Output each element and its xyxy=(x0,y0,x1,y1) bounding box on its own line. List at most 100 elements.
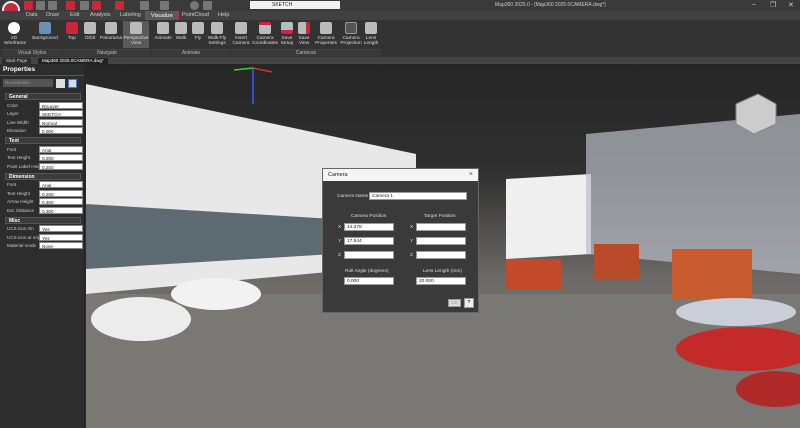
selection-combo[interactable]: No selection xyxy=(3,79,53,87)
camera-xyz-icon xyxy=(259,22,271,34)
ruler-icon[interactable] xyxy=(140,1,149,10)
target-y-label: Y xyxy=(410,239,414,244)
animate-button[interactable]: Animate xyxy=(152,22,174,41)
camera-projection-button[interactable]: Camera Projection xyxy=(339,22,363,46)
property-value[interactable]: Arial xyxy=(39,145,83,153)
roll-angle-label: Roll Angle (degrees) xyxy=(345,269,389,274)
button-label: Walk xyxy=(175,36,187,41)
group-animate: Animate xyxy=(152,49,230,56)
property-value[interactable]: 0.000 xyxy=(39,127,83,135)
camera-name-input[interactable]: Camera 1 xyxy=(369,192,467,200)
camera-z-input[interactable] xyxy=(344,251,394,259)
pan-icon[interactable] xyxy=(80,1,89,10)
target-x-label: X xyxy=(410,225,414,230)
tab-analysis[interactable]: Analysis xyxy=(90,12,110,18)
property-label: Arrow Height xyxy=(7,199,34,205)
tab-labeling[interactable]: Labeling xyxy=(120,12,141,18)
camera-z-label: Z xyxy=(338,253,341,258)
tab-draw[interactable]: Draw xyxy=(46,12,59,18)
restore-button[interactable]: ❐ xyxy=(770,1,776,9)
target-z-input[interactable] xyxy=(416,251,466,259)
camera-coordinates-button[interactable]: Camera Coordinates xyxy=(252,22,278,46)
target-y-input[interactable] xyxy=(416,237,466,245)
tab-pointcloud[interactable]: PointCloud xyxy=(182,12,209,18)
building-right xyxy=(506,174,591,259)
property-row: Material mode None xyxy=(0,242,84,251)
zoom-icon[interactable] xyxy=(92,1,101,10)
property-label: Layer xyxy=(7,111,19,117)
property-value[interactable]: ByLayer xyxy=(39,101,83,109)
camera-x-input[interactable]: 14.378 xyxy=(344,223,394,231)
group-visual-styles: Visual Styles xyxy=(2,49,62,56)
property-value[interactable]: Yes xyxy=(39,225,83,233)
property-value[interactable]: Arial xyxy=(39,181,83,189)
button-label: Camera Projection xyxy=(340,36,362,46)
property-label: Material mode xyxy=(7,243,37,249)
property-value[interactable]: 0.250 xyxy=(39,189,83,197)
tab-help[interactable]: Help xyxy=(218,12,229,18)
ok-button[interactable]: OK xyxy=(448,299,461,307)
button-label: Background xyxy=(32,36,58,41)
property-value[interactable]: 0.300 xyxy=(39,206,83,214)
property-value[interactable]: 0.250 xyxy=(39,154,83,162)
camera-properties-button[interactable]: Camera Properties xyxy=(314,22,338,46)
lens-length-button[interactable]: Lens Length xyxy=(362,22,380,46)
ribbon: 2D Wireframe Background Top Orbit Panora… xyxy=(0,20,800,57)
panorama-button[interactable]: Panorama xyxy=(100,22,122,41)
filter-icon[interactable] xyxy=(68,79,77,88)
save-icon[interactable] xyxy=(24,1,33,10)
snap-icon[interactable] xyxy=(66,1,75,10)
property-value[interactable]: None xyxy=(39,242,83,250)
redo-icon[interactable] xyxy=(48,1,57,10)
tab-data[interactable]: Data xyxy=(26,12,38,18)
undo-icon[interactable] xyxy=(36,1,45,10)
walk-fly-settings-button[interactable]: Walk-Fly Settings xyxy=(206,22,228,46)
walk-button[interactable]: Walk xyxy=(174,22,188,41)
layers-icon[interactable] xyxy=(203,1,212,10)
minimize-button[interactable]: – xyxy=(752,1,756,8)
insert-camera-button[interactable]: Insert Camera xyxy=(231,22,251,46)
property-value[interactable]: Normal xyxy=(39,118,83,126)
tab-edit[interactable]: Edit xyxy=(70,12,79,18)
button-label: Fly xyxy=(194,36,202,41)
property-value[interactable]: 0.250 xyxy=(39,162,83,170)
dialog-close-icon[interactable]: × xyxy=(469,169,473,181)
roll-angle-input[interactable]: 0.000 xyxy=(344,277,394,285)
circle-icon[interactable] xyxy=(190,1,199,10)
panorama-icon xyxy=(105,22,117,34)
cube-icon[interactable] xyxy=(115,1,124,10)
skip-1 xyxy=(506,259,561,289)
car-white-1 xyxy=(91,297,191,341)
save-setup-button[interactable]: Save Setup xyxy=(279,22,295,46)
section-general[interactable]: General xyxy=(5,93,81,100)
section-dimension[interactable]: Dimension xyxy=(5,172,81,180)
top-button[interactable]: Top xyxy=(64,22,80,41)
camera-y-input[interactable]: 17.544 xyxy=(344,237,394,245)
property-row: Font Arial xyxy=(0,181,84,190)
quick-select-icon[interactable] xyxy=(56,79,65,88)
section-text[interactable]: Text xyxy=(5,137,81,144)
layer-combo[interactable]: SKETCH xyxy=(250,1,340,9)
orbit-button[interactable]: Orbit xyxy=(82,22,98,41)
grid-icon[interactable] xyxy=(160,1,169,10)
lens-length-input[interactable]: 20.000 xyxy=(416,277,466,285)
property-value[interactable]: 0.300 xyxy=(39,198,83,206)
save-view-button[interactable]: Save View xyxy=(296,22,312,46)
section-misc[interactable]: Misc xyxy=(5,216,81,224)
help-button[interactable]: ? xyxy=(464,298,474,308)
perspective-view-button[interactable]: Perspective View xyxy=(123,21,149,48)
wireframe-button[interactable]: 2D Wireframe xyxy=(4,22,26,46)
close-button[interactable]: ✕ xyxy=(788,1,794,9)
property-row: Text Height 0.250 xyxy=(0,189,84,198)
tab-visualize[interactable]: Visualize xyxy=(145,11,179,20)
property-value[interactable]: SKETCH xyxy=(39,110,83,118)
camera-properties-icon xyxy=(320,22,332,34)
button-label: Orbit xyxy=(84,36,96,41)
properties-panel: Properties No selection General Color ByLa… xyxy=(0,64,85,428)
button-label: Camera Coordinates xyxy=(252,36,278,46)
target-x-input[interactable] xyxy=(416,223,466,231)
fly-button[interactable]: Fly xyxy=(191,22,205,41)
background-button[interactable]: Background xyxy=(30,22,60,41)
camera-projection-icon xyxy=(345,22,357,34)
property-value[interactable]: Yes xyxy=(39,233,83,241)
